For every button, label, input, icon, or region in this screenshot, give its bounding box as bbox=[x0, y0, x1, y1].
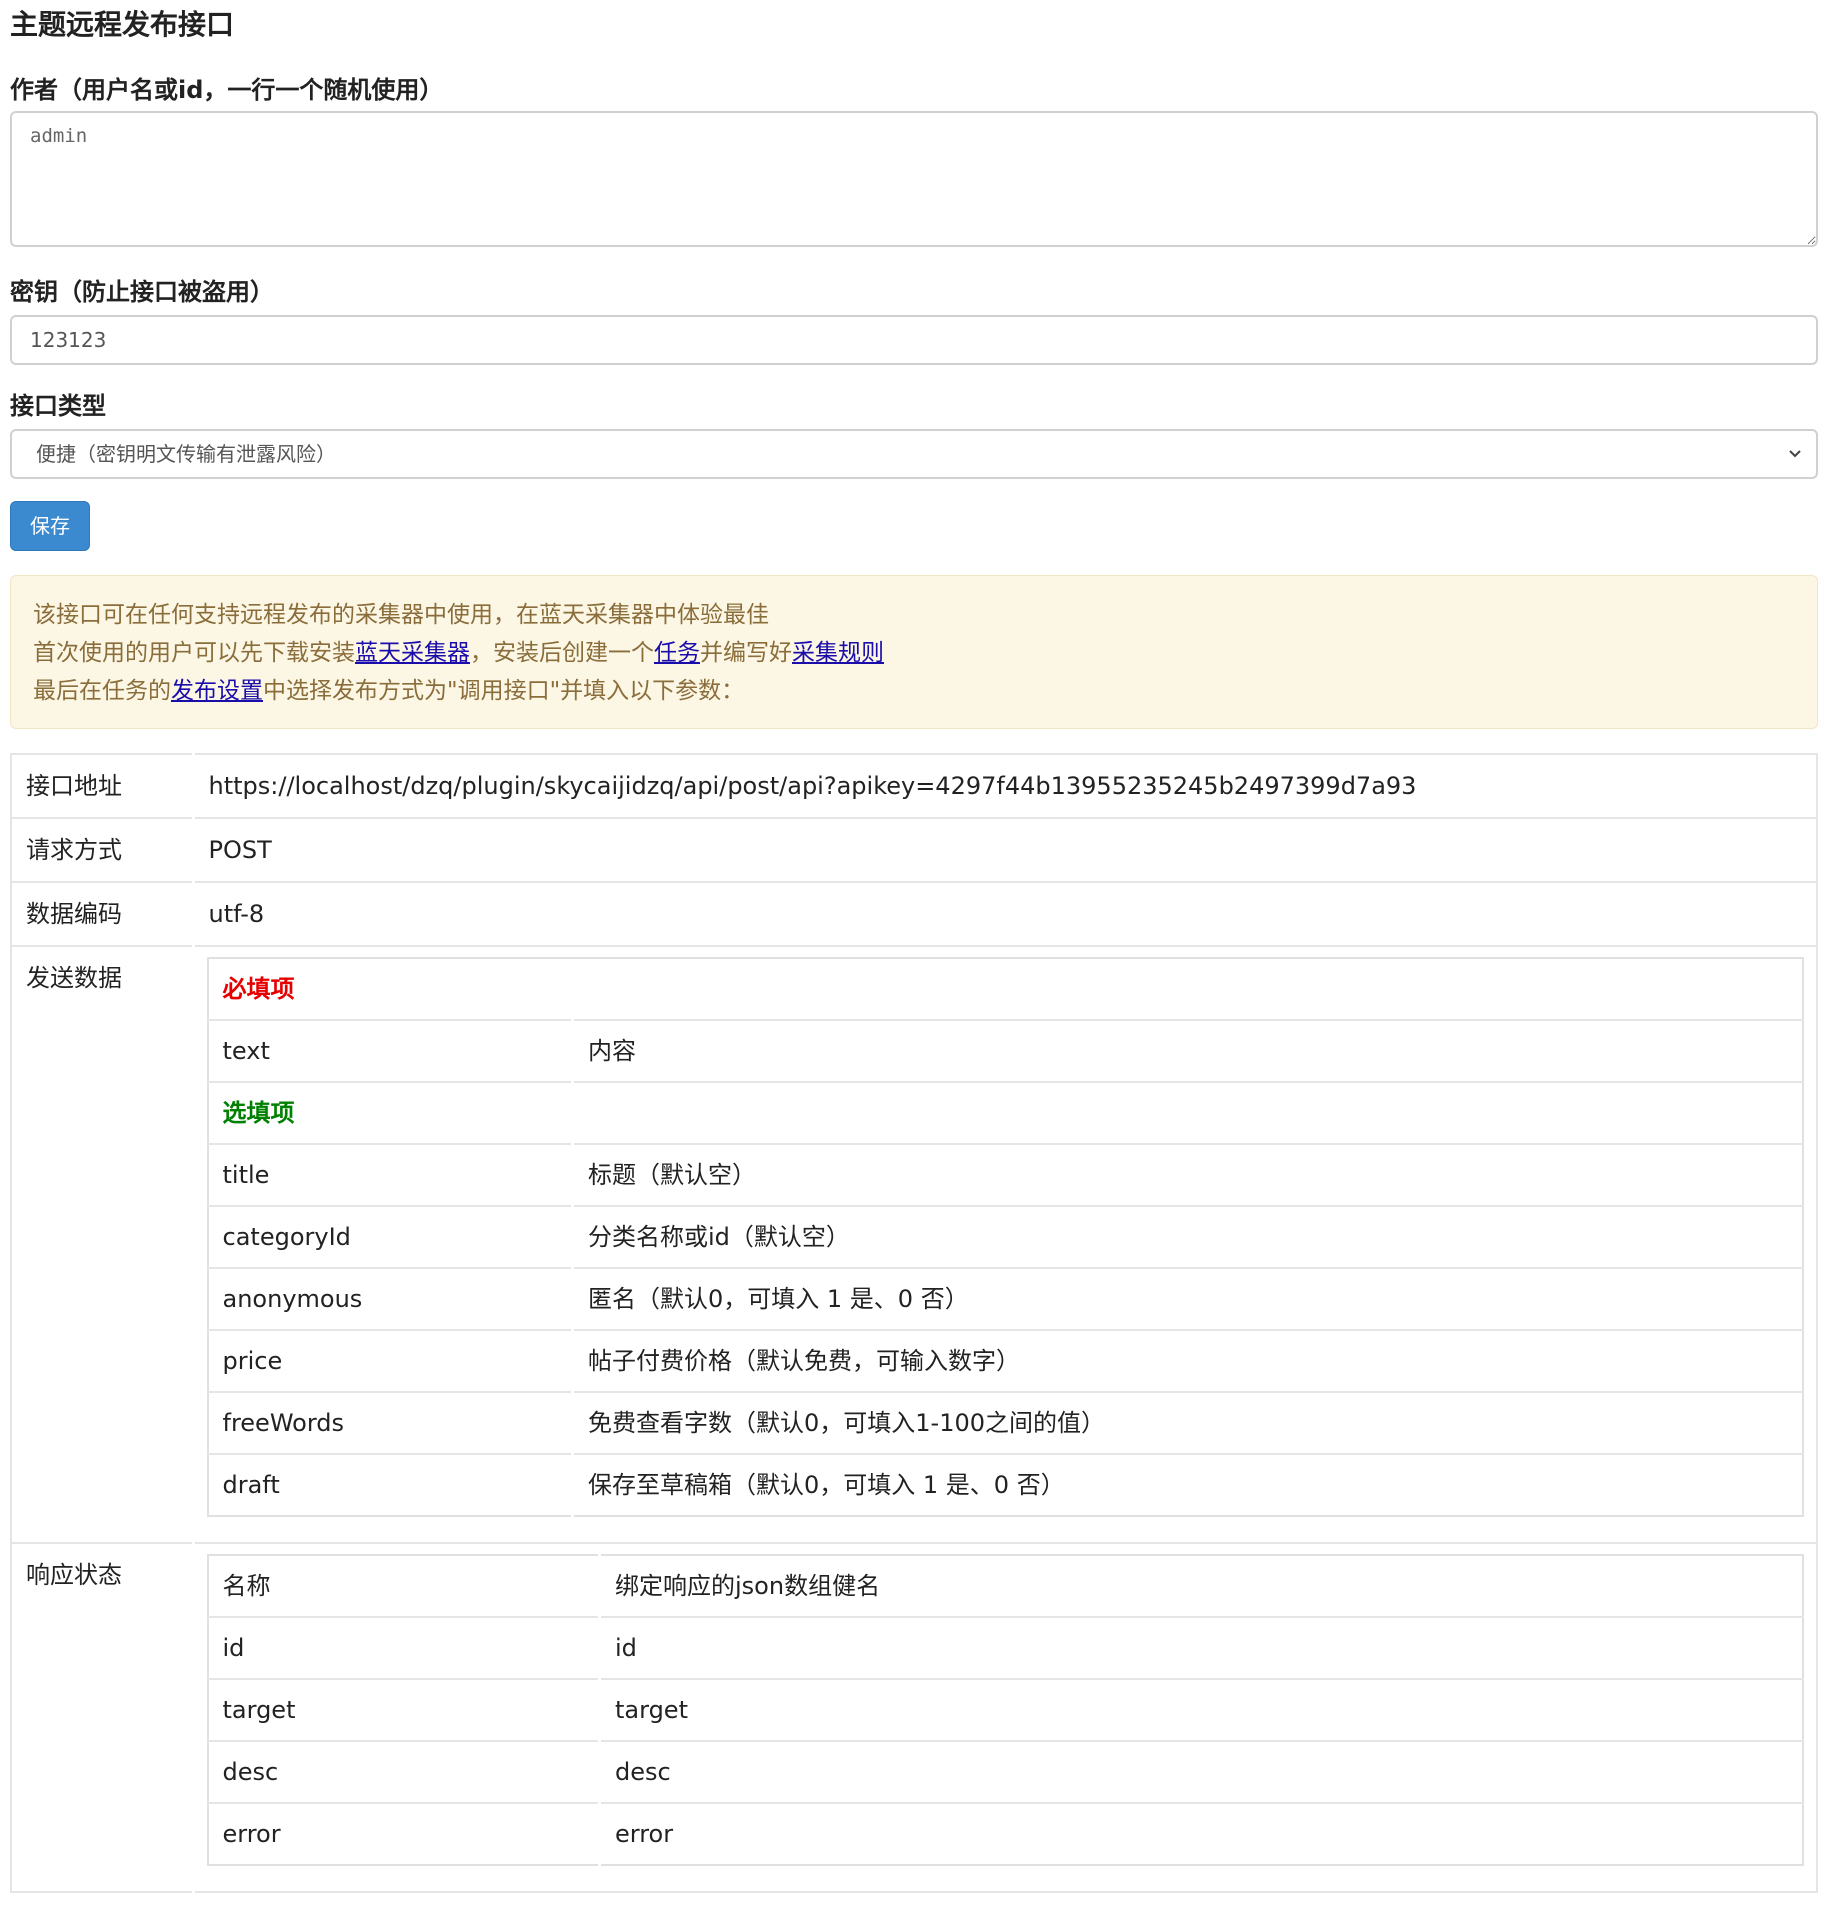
author-textarea[interactable]: admin bbox=[10, 111, 1818, 247]
table-row: title 标题（默认空） bbox=[207, 1143, 1803, 1206]
publish-settings-link[interactable]: 发布设置 bbox=[171, 678, 263, 704]
spacer-row bbox=[11, 1878, 1817, 1892]
api-type-label: 接口类型 bbox=[10, 392, 106, 420]
notice-text: 中选择发布方式为"调用接口"并填入以下参数： bbox=[263, 678, 745, 704]
param-name: price bbox=[207, 1329, 574, 1392]
table-row: 选填项 bbox=[207, 1081, 1803, 1144]
param-name: draft bbox=[207, 1453, 574, 1516]
encoding-key: 数据编码 bbox=[11, 881, 195, 946]
response-key: 响应状态 bbox=[11, 1542, 195, 1878]
table-row: price 帖子付费价格（默认免费，可输入数字） bbox=[207, 1329, 1803, 1392]
table-row: text 内容 bbox=[207, 1019, 1803, 1082]
table-row: 接口地址 https://localhost/dzq/plugin/skycai… bbox=[11, 753, 1817, 818]
column-header-name: 名称 bbox=[207, 1555, 601, 1617]
spacer-row bbox=[11, 1529, 1817, 1543]
param-desc: 帖子付费价格（默认免费，可输入数字） bbox=[572, 1329, 1803, 1392]
param-name: title bbox=[207, 1143, 574, 1206]
info-notice: 该接口可在任何支持远程发布的采集器中使用，在蓝天采集器中体验最佳 首次使用的用户… bbox=[10, 575, 1818, 729]
param-desc: 免费查看字数（默认0，可填入1-100之间的值） bbox=[572, 1391, 1803, 1454]
table-row: desc desc bbox=[207, 1740, 1803, 1803]
send-data-table: 必填项 text 内容 选填项 title 标题（默认空） categoryId… bbox=[206, 957, 1804, 1517]
response-cell: 名称 绑定响应的json数组健名 id id target target des… bbox=[193, 1542, 1817, 1878]
table-row: categoryId 分类名称或id（默认空） bbox=[207, 1205, 1803, 1268]
api-type-selected-value: 便捷（密钥明文传输有泄露风险） bbox=[36, 442, 336, 466]
save-button[interactable]: 保存 bbox=[10, 501, 90, 551]
api-url-key: 接口地址 bbox=[11, 753, 195, 818]
optional-heading: 选填项 bbox=[207, 1081, 1803, 1144]
notice-text: 最后在任务的 bbox=[33, 678, 171, 704]
param-name: anonymous bbox=[207, 1267, 574, 1330]
table-row: 请求方式 POST bbox=[11, 817, 1817, 882]
notice-line-2: 首次使用的用户可以先下载安装蓝天采集器，安装后创建一个任务并编写好采集规则 bbox=[33, 634, 1795, 672]
param-desc: 匿名（默认0，可填入 1 是、0 否） bbox=[572, 1267, 1803, 1330]
notice-text: 并编写好 bbox=[700, 640, 792, 666]
response-table: 名称 绑定响应的json数组健名 id id target target des… bbox=[206, 1554, 1804, 1866]
api-info-table: 接口地址 https://localhost/dzq/plugin/skycai… bbox=[10, 753, 1818, 1893]
secret-input[interactable] bbox=[10, 315, 1818, 365]
spacer-cell bbox=[193, 1878, 1817, 1892]
spacer-cell bbox=[193, 1529, 1817, 1543]
send-data-cell: 必填项 text 内容 选填项 title 标题（默认空） categoryId… bbox=[193, 945, 1817, 1529]
task-link[interactable]: 任务 bbox=[654, 640, 700, 666]
collector-link[interactable]: 蓝天采集器 bbox=[355, 640, 470, 666]
param-desc: 分类名称或id（默认空） bbox=[572, 1205, 1803, 1268]
api-type-select[interactable]: 便捷（密钥明文传输有泄露风险） bbox=[10, 429, 1818, 479]
param-desc: 保存至草稿箱（默认0，可填入 1 是、0 否） bbox=[572, 1453, 1803, 1516]
table-row: 发送数据 必填项 text 内容 选填项 title 标题（默认空） categ… bbox=[11, 945, 1817, 1529]
table-row: anonymous 匿名（默认0，可填入 1 是、0 否） bbox=[207, 1267, 1803, 1330]
table-row: 响应状态 名称 绑定响应的json数组健名 id id target targe… bbox=[11, 1542, 1817, 1878]
response-name: id bbox=[207, 1616, 601, 1679]
page-title: 主题远程发布接口 bbox=[10, 8, 235, 41]
author-label: 作者（用户名或id，一行一个随机使用） bbox=[10, 76, 444, 104]
table-row: 必填项 bbox=[208, 958, 1804, 1020]
response-json-key: desc bbox=[599, 1740, 1803, 1803]
required-heading: 必填项 bbox=[222, 975, 295, 1003]
rule-link[interactable]: 采集规则 bbox=[792, 640, 884, 666]
column-header-key: 绑定响应的json数组健名 bbox=[615, 1572, 881, 1600]
chevron-down-icon bbox=[1788, 431, 1802, 493]
notice-text: 首次使用的用户可以先下载安装 bbox=[33, 640, 355, 666]
response-json-key: id bbox=[599, 1616, 1803, 1679]
notice-line-1: 该接口可在任何支持远程发布的采集器中使用，在蓝天采集器中体验最佳 bbox=[33, 602, 769, 628]
spacer-cell bbox=[11, 1529, 195, 1543]
response-name: error bbox=[207, 1802, 601, 1865]
param-name: text bbox=[207, 1019, 574, 1082]
table-header-row: 名称 绑定响应的json数组健名 bbox=[207, 1555, 1804, 1617]
table-row: draft 保存至草稿箱（默认0，可填入 1 是、0 否） bbox=[207, 1453, 1803, 1516]
param-name: categoryId bbox=[207, 1205, 574, 1268]
response-name: desc bbox=[207, 1740, 601, 1803]
api-url-value: https://localhost/dzq/plugin/skycaijidzq… bbox=[193, 753, 1817, 818]
encoding-value: utf-8 bbox=[193, 881, 1817, 946]
send-data-key: 发送数据 bbox=[11, 945, 195, 1529]
param-name: freeWords bbox=[207, 1391, 574, 1454]
secret-label: 密钥（防止接口被盗用） bbox=[10, 278, 274, 306]
table-row: error error bbox=[207, 1802, 1803, 1865]
response-json-key: target bbox=[599, 1678, 1803, 1741]
table-row: 数据编码 utf-8 bbox=[11, 881, 1817, 946]
table-row: freeWords 免费查看字数（默认0，可填入1-100之间的值） bbox=[207, 1391, 1803, 1454]
notice-line-3: 最后在任务的发布设置中选择发布方式为"调用接口"并填入以下参数： bbox=[33, 672, 1795, 710]
spacer-cell bbox=[11, 1878, 195, 1892]
param-desc: 标题（默认空） bbox=[572, 1143, 1803, 1206]
table-row: target target bbox=[207, 1678, 1803, 1741]
method-value: POST bbox=[193, 817, 1817, 882]
response-name: target bbox=[207, 1678, 601, 1741]
param-desc: 内容 bbox=[572, 1019, 1803, 1082]
table-row: id id bbox=[207, 1616, 1803, 1679]
notice-text: ，安装后创建一个 bbox=[470, 640, 654, 666]
method-key: 请求方式 bbox=[11, 817, 195, 882]
response-json-key: error bbox=[599, 1802, 1803, 1865]
